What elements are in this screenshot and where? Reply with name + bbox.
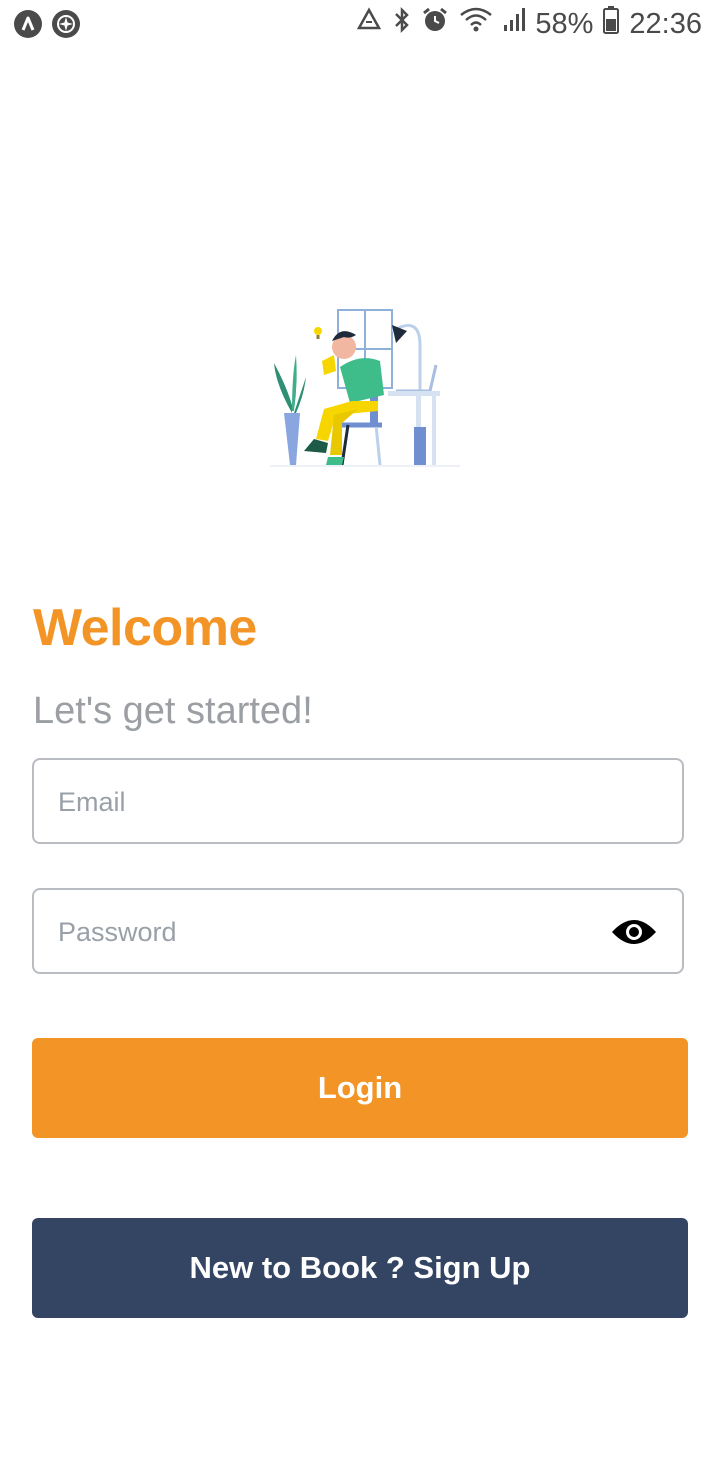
password-field-container [32,888,684,974]
person-reading-illustration [270,305,460,470]
compass-icon [52,10,80,38]
bluetooth-icon [393,6,411,42]
signup-button[interactable]: New to Book ? Sign Up [32,1218,688,1318]
status-right: 58% 22:36 [355,6,702,42]
eye-icon[interactable] [610,916,658,948]
wifi-icon [459,7,493,41]
email-field-container [32,758,684,844]
battery-percent: 58% [535,7,594,40]
page-title: Welcome [33,599,257,657]
login-button-label: Login [317,1070,403,1105]
login-button[interactable]: Login [32,1038,688,1138]
signal-icon [503,7,526,41]
status-left [14,10,80,38]
email-field[interactable] [58,760,598,844]
status-bar: 58% 22:36 [0,0,720,50]
signup-button-label: New to Book ? Sign Up [189,1250,531,1285]
battery-icon [603,6,620,42]
recycle-icon [355,7,383,41]
password-field[interactable] [58,890,598,974]
page-subtitle: Let's get started! [33,690,313,732]
clock: 22:36 [629,7,702,40]
app-a-icon [14,10,42,38]
alarm-icon [421,6,449,42]
